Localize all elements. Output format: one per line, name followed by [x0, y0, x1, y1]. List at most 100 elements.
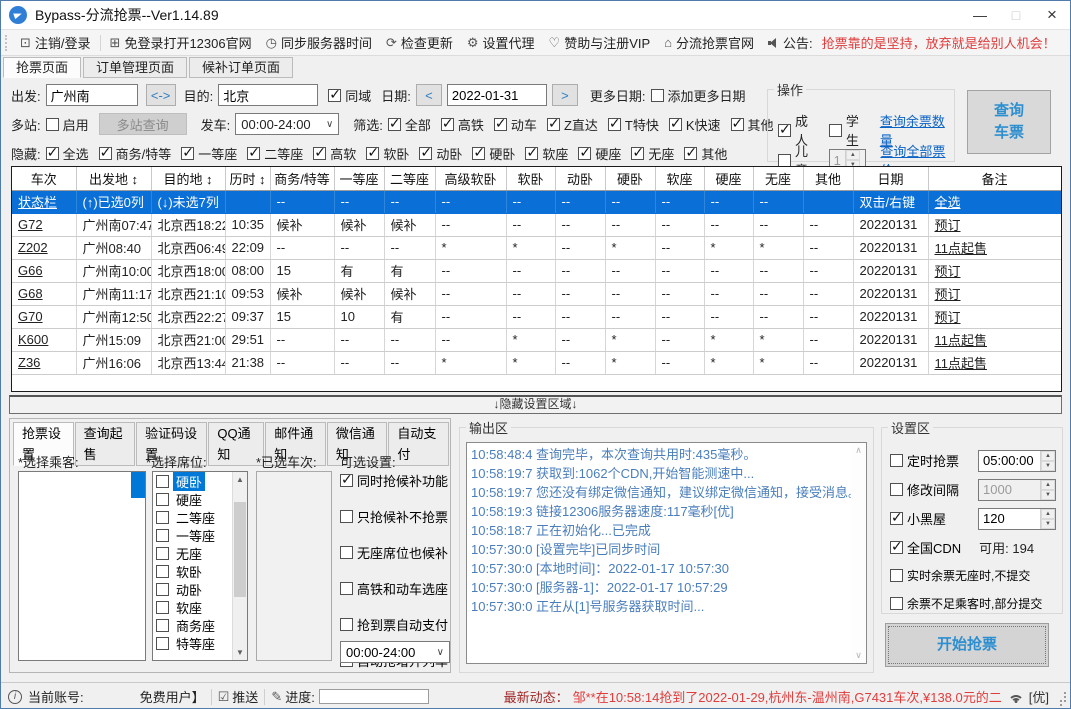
- train-cell[interactable]: G66: [12, 259, 76, 282]
- checkbox-box[interactable]: [156, 529, 169, 542]
- remark-cell[interactable]: 11点起售: [928, 328, 1061, 351]
- remark-cell[interactable]: 预订: [928, 282, 1061, 305]
- checkbox-box[interactable]: [494, 118, 507, 131]
- spin-up-icon[interactable]: ▲: [1041, 451, 1055, 461]
- multi-enable-checkbox[interactable]: 启用: [46, 115, 89, 134]
- filter-checkbox-K快速[interactable]: K快速: [669, 115, 721, 134]
- option-checkbox-同时抢候补功能[interactable]: 同时抢候补功能: [340, 471, 450, 490]
- checkbox-box[interactable]: [731, 118, 744, 131]
- seat-list-scrollbar[interactable]: ▲ ▼: [232, 472, 247, 660]
- seat-item-一等座[interactable]: 一等座: [153, 526, 232, 544]
- multi-query-button[interactable]: 多站查询: [99, 113, 187, 135]
- checkbox-box[interactable]: [99, 147, 112, 160]
- train-cell[interactable]: G70: [12, 305, 76, 328]
- col-header[interactable]: 日期: [853, 167, 928, 190]
- table-row[interactable]: K600广州15:09北京西21:0029:51--------*--*--**…: [12, 328, 1061, 351]
- checkbox-box[interactable]: [388, 118, 401, 131]
- hide-checkbox-二等座[interactable]: 二等座: [247, 144, 303, 163]
- toolbar-item[interactable]: ◷同步服务器时间: [259, 33, 379, 52]
- setting-spinner[interactable]: 1000▲▼: [978, 479, 1056, 501]
- passenger-list-scroll-thumb[interactable]: [131, 472, 145, 498]
- toolbar-item[interactable]: ⊞免登录打开12306官网: [103, 33, 259, 52]
- col-header[interactable]: 备注: [928, 167, 1061, 190]
- option-checkbox-抢到票自动支付[interactable]: 抢到票自动支付: [340, 615, 450, 634]
- hide-checkbox-硬座[interactable]: 硬座: [578, 144, 621, 163]
- seat-item-无座[interactable]: 无座: [153, 544, 232, 562]
- spin-down-icon[interactable]: ▼: [1041, 461, 1055, 471]
- tab-抢票页面[interactable]: 抢票页面: [3, 57, 81, 78]
- checkbox-box[interactable]: [547, 118, 560, 131]
- checkbox-box[interactable]: [313, 147, 326, 160]
- hide-checkbox-商务/特等[interactable]: 商务/特等: [99, 144, 172, 163]
- option-checkbox-高铁和动车选座[interactable]: 高铁和动车选座: [340, 579, 450, 598]
- toolbar-item[interactable]: ⟳检查更新: [379, 33, 460, 52]
- toolbar-item[interactable]: ⌂分流抢票官网: [657, 33, 761, 52]
- option-checkbox-只抢候补不抢票[interactable]: 只抢候补不抢票: [340, 507, 450, 526]
- checkbox-box[interactable]: [608, 118, 621, 131]
- remark-cell[interactable]: 预订: [928, 213, 1061, 236]
- setting-checkbox[interactable]: 实时余票无座时,不提交: [890, 567, 1030, 584]
- col-header[interactable]: 高级软卧: [435, 167, 506, 190]
- checkbox-box[interactable]: [525, 147, 538, 160]
- col-header[interactable]: 硬座: [704, 167, 753, 190]
- col-header[interactable]: 历时 ↕: [225, 167, 270, 190]
- hide-checkbox-一等座[interactable]: 一等座: [181, 144, 237, 163]
- train-cell[interactable]: 状态栏: [12, 190, 76, 213]
- filter-checkbox-动车[interactable]: 动车: [494, 115, 537, 134]
- checkbox-box[interactable]: [778, 154, 791, 167]
- depart-time-select[interactable]: 00:00-24:00∨: [235, 113, 339, 135]
- date-input[interactable]: [447, 84, 547, 106]
- checkbox-box[interactable]: [156, 601, 169, 614]
- seat-list[interactable]: 硬卧硬座二等座一等座无座软卧动卧软座商务座特等座 ▲ ▼: [152, 471, 248, 661]
- checkbox-box[interactable]: [156, 637, 169, 650]
- toolbar-grip[interactable]: [5, 35, 8, 51]
- setting-checkbox[interactable]: 全国CDN: [890, 538, 961, 557]
- remark-cell[interactable]: 11点起售: [928, 351, 1061, 374]
- setting-checkbox[interactable]: 小黑屋: [890, 509, 946, 528]
- checkbox-box[interactable]: [156, 547, 169, 560]
- train-cell[interactable]: K600: [12, 328, 76, 351]
- maximize-button[interactable]: □: [998, 1, 1034, 29]
- swap-stations-button[interactable]: <->: [146, 84, 176, 106]
- spin-up-icon[interactable]: ▲: [846, 150, 860, 160]
- seat-item-软座[interactable]: 软座: [153, 598, 232, 616]
- col-header[interactable]: 软卧: [506, 167, 555, 190]
- train-cell[interactable]: Z36: [12, 351, 76, 374]
- train-cell[interactable]: Z202: [12, 236, 76, 259]
- hide-checkbox-硬卧[interactable]: 硬卧: [472, 144, 515, 163]
- col-header[interactable]: 其他: [803, 167, 853, 190]
- scroll-up-icon[interactable]: ▲: [233, 472, 247, 487]
- filter-checkbox-T特快[interactable]: T特快: [608, 115, 659, 134]
- dest-input[interactable]: [218, 84, 318, 106]
- checkbox-box[interactable]: [890, 541, 903, 554]
- checkbox-box[interactable]: [890, 597, 903, 610]
- output-log[interactable]: 10:58:48:4 查询完毕，本次查询共用时:435毫秒。10:58:19:7…: [466, 442, 867, 664]
- col-header[interactable]: 商务/特等: [270, 167, 334, 190]
- checkbox-box[interactable]: [340, 546, 353, 559]
- grab-time-range-select[interactable]: 00:00-24:00∨: [340, 641, 450, 663]
- seat-item-商务座[interactable]: 商务座: [153, 616, 232, 634]
- checkbox-box[interactable]: [340, 582, 353, 595]
- hide-checkbox-其他[interactable]: 其他: [684, 144, 727, 163]
- col-header[interactable]: 二等座: [384, 167, 435, 190]
- scroll-up-icon[interactable]: ∧: [851, 445, 866, 456]
- checkbox-box[interactable]: [829, 124, 842, 137]
- remark-cell[interactable]: 11点起售: [928, 236, 1061, 259]
- col-header[interactable]: 硬卧: [605, 167, 655, 190]
- tab-候补订单页面[interactable]: 候补订单页面: [189, 57, 293, 78]
- filter-checkbox-全部[interactable]: 全部: [388, 115, 431, 134]
- checkbox-box[interactable]: [890, 569, 903, 582]
- checkbox-box[interactable]: [890, 483, 903, 496]
- close-button[interactable]: ×: [1034, 1, 1070, 29]
- train-cell[interactable]: G68: [12, 282, 76, 305]
- seat-item-硬卧[interactable]: 硬卧: [153, 472, 232, 490]
- checkbox-box[interactable]: [684, 147, 697, 160]
- checkbox-box[interactable]: [340, 510, 353, 523]
- checkbox-box[interactable]: [778, 124, 791, 137]
- spin-up-icon[interactable]: ▲: [1041, 509, 1055, 519]
- toolbar-item[interactable]: ♡赞助与注册VIP: [542, 33, 658, 52]
- checkbox-box[interactable]: [366, 147, 379, 160]
- spin-down-icon[interactable]: ▼: [1041, 519, 1055, 529]
- seat-item-软卧[interactable]: 软卧: [153, 562, 232, 580]
- start-grab-button[interactable]: 开始抢票: [885, 623, 1049, 667]
